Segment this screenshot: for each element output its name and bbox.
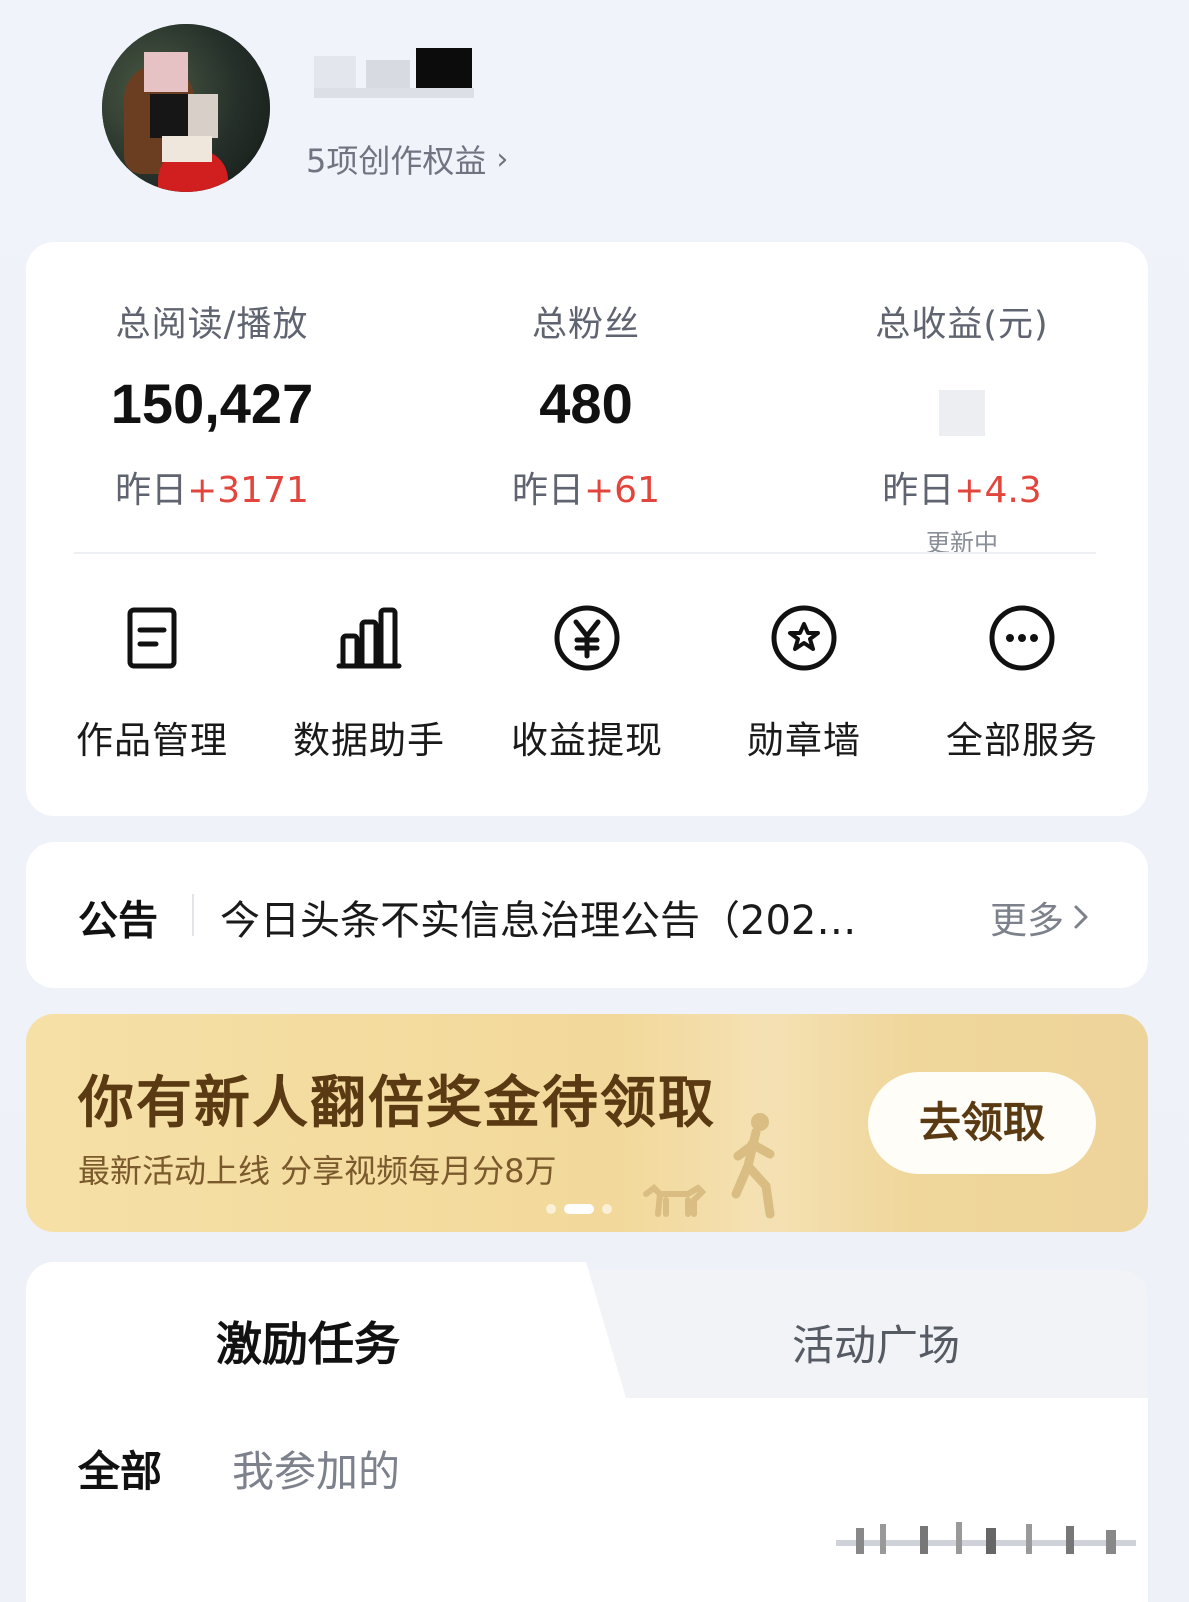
filter-joined[interactable]: 我参加的 [232,1438,400,1499]
stat-delta: 昨日+61 [512,470,660,511]
stat-value: 480 [539,372,633,435]
medal-star-icon [771,605,837,671]
more-label: 更多 [990,899,1064,942]
stat-label: 总粉丝 [531,305,640,345]
tools-row: 作品管理 数据助手 收益提现 勋章墙 全部服务 [26,602,1148,762]
stats-card: 总阅读/播放 150,427 昨日+3171 总粉丝 480 昨日+61 总收益… [26,242,1148,816]
document-icon [127,607,177,669]
yen-coin-icon [554,605,620,671]
runner-illustration [731,1113,775,1219]
chevron-right-icon [1074,905,1088,929]
username-redacted [314,48,474,100]
stat-total-fans[interactable]: 总粉丝 480 昨日+61 [426,296,746,513]
creator-center-page: 5项创作权益 › 总阅读/播放 150,427 昨日+3171 总粉丝 480 … [0,0,1189,1602]
income-value-redacted [802,369,1122,439]
tool-medal-wall[interactable]: 勋章墙 [704,602,904,764]
notice-card[interactable]: 公告 今日头条不实信息治理公告（202… 更多 [26,842,1148,988]
chevron-right-icon: › [496,141,509,177]
notice-more-link[interactable]: 更多 [990,890,1092,944]
stat-total-income[interactable]: 总收益(元) 昨日+4.3 更新中 [802,296,1122,558]
filter-all[interactable]: 全部 [78,1438,162,1499]
tool-income-withdraw[interactable]: 收益提现 [487,602,687,764]
carousel-dot[interactable] [602,1204,612,1214]
carousel-indicator [546,1204,612,1214]
stat-value: 150,427 [110,372,314,435]
profile-header: 5项创作权益 › [0,0,1189,230]
stat-total-reads[interactable]: 总阅读/播放 150,427 昨日+3171 [52,296,372,513]
avatar[interactable] [102,24,270,192]
divider [192,894,194,936]
notice-title: 公告 [78,898,158,944]
banner-title: 你有新人翻倍奖金待领取 [78,1071,716,1136]
stat-label: 总收益(元) [875,305,1049,345]
tab-activity-plaza[interactable]: 活动广场 [792,1312,960,1373]
tab-incentive-tasks[interactable]: 激励任务 [216,1308,400,1374]
stat-delta: 昨日+4.3 [882,470,1042,511]
privileges-label: 5项创作权益 [306,142,487,180]
tool-label: 数据助手 [293,719,445,762]
stat-label: 总阅读/播放 [115,305,309,345]
carousel-dot-active[interactable] [564,1204,594,1214]
divider [74,552,1096,554]
stat-delta: 昨日+3171 [115,470,309,511]
banner-subtitle: 最新活动上线 分享视频每月分8万 [78,1152,557,1190]
dog-illustration [643,1184,707,1217]
more-dots-icon [989,605,1055,671]
tool-label: 作品管理 [76,719,228,762]
claim-button[interactable]: 去领取 [868,1072,1096,1174]
tool-label: 全部服务 [946,719,1098,762]
promo-banner[interactable]: 你有新人翻倍奖金待领取 最新活动上线 分享视频每月分8万 去领取 [26,1014,1148,1232]
creator-privileges-link[interactable]: 5项创作权益 › [306,136,508,182]
carousel-dot[interactable] [546,1204,556,1214]
watermark [836,1522,1136,1554]
tool-all-services[interactable]: 全部服务 [922,602,1122,764]
tool-data-assistant[interactable]: 数据助手 [269,602,469,764]
tool-works-management[interactable]: 作品管理 [52,602,252,764]
bar-chart-icon [336,607,402,669]
notice-headline[interactable]: 今日头条不实信息治理公告（202… [220,888,856,946]
tool-label: 收益提现 [511,719,663,762]
tool-label: 勋章墙 [747,719,861,762]
